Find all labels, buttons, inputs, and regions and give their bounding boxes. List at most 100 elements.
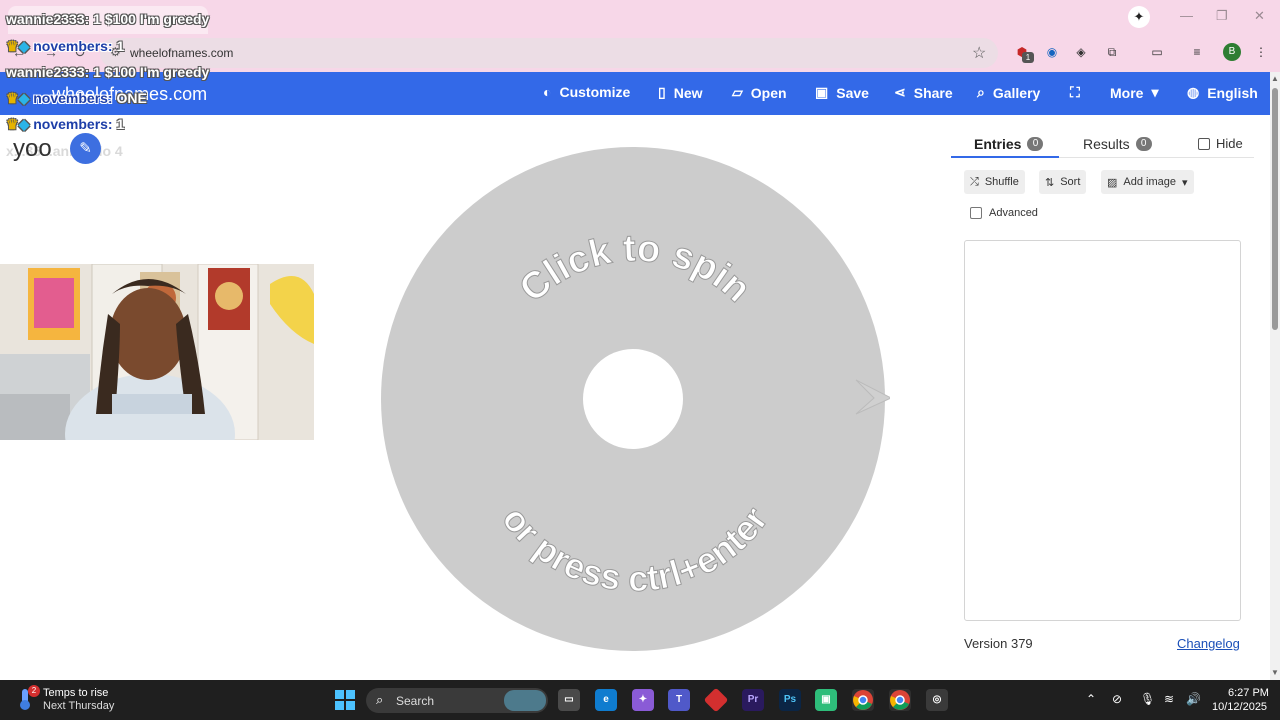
results-count-badge: 0 — [1135, 137, 1152, 151]
wifi-icon[interactable]: ≋ — [1164, 692, 1174, 706]
shuffle-button[interactable]: ⤮ Shuffle — [964, 170, 1025, 194]
media-control-icon[interactable]: ≡ — [1188, 43, 1206, 61]
nav-label: Share — [913, 84, 953, 101]
edit-pencil-icon[interactable]: ✎ — [70, 133, 101, 164]
chrome-icon[interactable] — [852, 689, 874, 711]
extension-square-icon[interactable]: ◈ — [1072, 43, 1090, 61]
chat-text: ONE — [116, 90, 147, 106]
chat-text: wannie2333: 1 $100 I'm greedy — [6, 11, 210, 27]
scroll-thumb[interactable] — [1272, 88, 1278, 330]
gemini-sparkle-icon[interactable]: ✦ — [1128, 6, 1150, 28]
nav-label: More — [1110, 84, 1144, 101]
nav-customize-button[interactable]: ◐ Customize — [543, 84, 630, 100]
weather-subline[interactable]: Next Thursday — [43, 700, 114, 712]
volume-icon[interactable]: 🔊 — [1186, 692, 1201, 706]
sort-label: Sort — [1060, 176, 1081, 188]
app-diamond-icon[interactable] — [703, 687, 729, 713]
image-icon: ▨ — [1107, 176, 1118, 189]
sort-button[interactable]: ⇅ Sort — [1039, 170, 1087, 194]
advanced-label: Advanced — [989, 207, 1038, 219]
nav-open-button[interactable]: ▱ Open — [732, 84, 787, 101]
file-icon: ▯ — [658, 84, 666, 100]
chat-line: ♛◆ novembers: 1 — [6, 116, 124, 133]
page-scrollbar[interactable]: ▲ ▼ — [1270, 72, 1280, 680]
entries-panel: Entries 0 Results 0 Hide ⤮ Shuffle ⇅ Sor… — [951, 126, 1254, 668]
edge-icon[interactable]: e — [595, 689, 617, 711]
nav-more-button[interactable]: More ▾ — [1110, 84, 1158, 101]
close-window-icon[interactable]: ✕ — [1254, 8, 1265, 24]
teams-icon[interactable]: T — [668, 689, 690, 711]
chat-line: wannie2333: 1 $100 I'm greedy — [6, 11, 209, 27]
checkbox-icon[interactable] — [970, 207, 982, 219]
fullscreen-icon: ⛶ — [1070, 84, 1080, 100]
add-image-button[interactable]: ▨ Add image ▾ — [1101, 170, 1194, 194]
crown-icon: ♛ — [6, 38, 19, 54]
nav-share-button[interactable]: ⋖ Share — [894, 84, 953, 101]
folder-open-icon: ▱ — [732, 84, 743, 100]
nav-save-button[interactable]: ▣ Save — [815, 84, 869, 101]
fullscreen-button[interactable]: ⛶ — [1070, 84, 1080, 101]
clock-date[interactable]: 10/12/2025 — [1212, 701, 1267, 713]
advanced-checkbox[interactable]: Advanced — [970, 207, 1038, 219]
app-green-icon[interactable]: ▣ — [815, 689, 837, 711]
crown-icon: ♛ — [6, 90, 19, 106]
profile-avatar[interactable]: B — [1223, 43, 1241, 61]
chevron-down-icon: ▾ — [1182, 176, 1188, 189]
changelog-link[interactable]: Changelog — [1177, 636, 1240, 651]
scroll-down-icon[interactable]: ▼ — [1271, 668, 1279, 677]
tab-search-icon[interactable]: ▭ — [1148, 43, 1166, 61]
clock-time[interactable]: 6:27 PM — [1228, 687, 1269, 699]
chat-username: novembers: — [33, 38, 113, 54]
menu-kebab-icon[interactable]: ⋮ — [1252, 43, 1270, 61]
windows-start-icon[interactable] — [335, 690, 355, 710]
entries-count-badge: 0 — [1027, 137, 1044, 151]
nav-gallery-button[interactable]: ⌕ Gallery — [977, 84, 1040, 101]
nav-label: Customize — [559, 84, 631, 100]
wheel-center[interactable] — [583, 349, 683, 449]
tab-entries[interactable]: Entries 0 — [974, 136, 1044, 152]
share-icon: ⋖ — [894, 84, 906, 100]
extension-circle-icon[interactable]: ◉ — [1043, 43, 1061, 61]
gem-icon: ◆ — [18, 38, 30, 54]
shuffle-label: Shuffle — [984, 176, 1019, 188]
taskbar-search[interactable]: ⌕ Search — [366, 688, 548, 713]
shuffle-icon: ⤮ — [970, 175, 979, 188]
photoshop-icon[interactable]: Ps — [779, 689, 801, 711]
scroll-up-icon[interactable]: ▲ — [1271, 74, 1279, 83]
obs-icon[interactable]: ◎ — [926, 689, 948, 711]
checkbox-icon[interactable] — [1198, 137, 1210, 150]
search-icon: ⌕ — [977, 84, 985, 100]
premiere-pro-icon[interactable]: Pr — [742, 689, 764, 711]
tab-label: Entries — [974, 136, 1022, 152]
entries-textarea[interactable] — [964, 240, 1241, 621]
nav-new-button[interactable]: ▯ New — [658, 84, 703, 101]
gem-icon: ◆ — [18, 90, 30, 106]
camera-off-icon[interactable]: ⊘ — [1112, 692, 1122, 706]
extension-badge: 1 — [1022, 52, 1034, 63]
bookmark-star-icon[interactable]: ☆ — [972, 43, 986, 63]
task-view-icon[interactable]: ▭ — [558, 689, 580, 711]
chat-line: wannie2333: 1 $100 I'm greedy — [6, 64, 209, 80]
search-highlight-icon — [504, 690, 546, 711]
chat-line: ♛◆ novembers: 1 — [6, 38, 124, 55]
nav-label: English — [1207, 84, 1258, 101]
microphone-icon[interactable]: 🎙 — [1140, 692, 1155, 706]
hide-checkbox[interactable]: Hide — [1198, 136, 1243, 151]
weather-badge: 2 — [28, 685, 40, 697]
maximize-icon[interactable]: ❐ — [1216, 8, 1228, 24]
copilot-icon[interactable]: ✦ — [632, 689, 654, 711]
nav-language-button[interactable]: ◍ English — [1187, 84, 1258, 101]
weather-headline[interactable]: Temps to rise — [43, 687, 108, 699]
extensions-puzzle-icon[interactable]: ⧉ — [1103, 43, 1121, 61]
chrome-profile-icon[interactable] — [889, 689, 911, 711]
url-text[interactable]: wheelofnames.com — [130, 46, 233, 60]
wheel[interactable]: Click to spin or press ctrl+enter — [380, 146, 893, 656]
minimize-icon[interactable]: — — [1180, 8, 1193, 23]
chevron-up-icon[interactable]: ⌃ — [1086, 692, 1096, 706]
wheel-title-text[interactable]: yoo — [13, 135, 52, 163]
address-bar[interactable]: ⚙ wheelofnames.com ☆ — [100, 38, 998, 68]
search-icon: ⌕ — [376, 692, 384, 707]
tab-results[interactable]: Results 0 — [1083, 136, 1152, 152]
globe-icon: ◍ — [1187, 84, 1200, 100]
crown-icon: ♛ — [6, 116, 19, 132]
